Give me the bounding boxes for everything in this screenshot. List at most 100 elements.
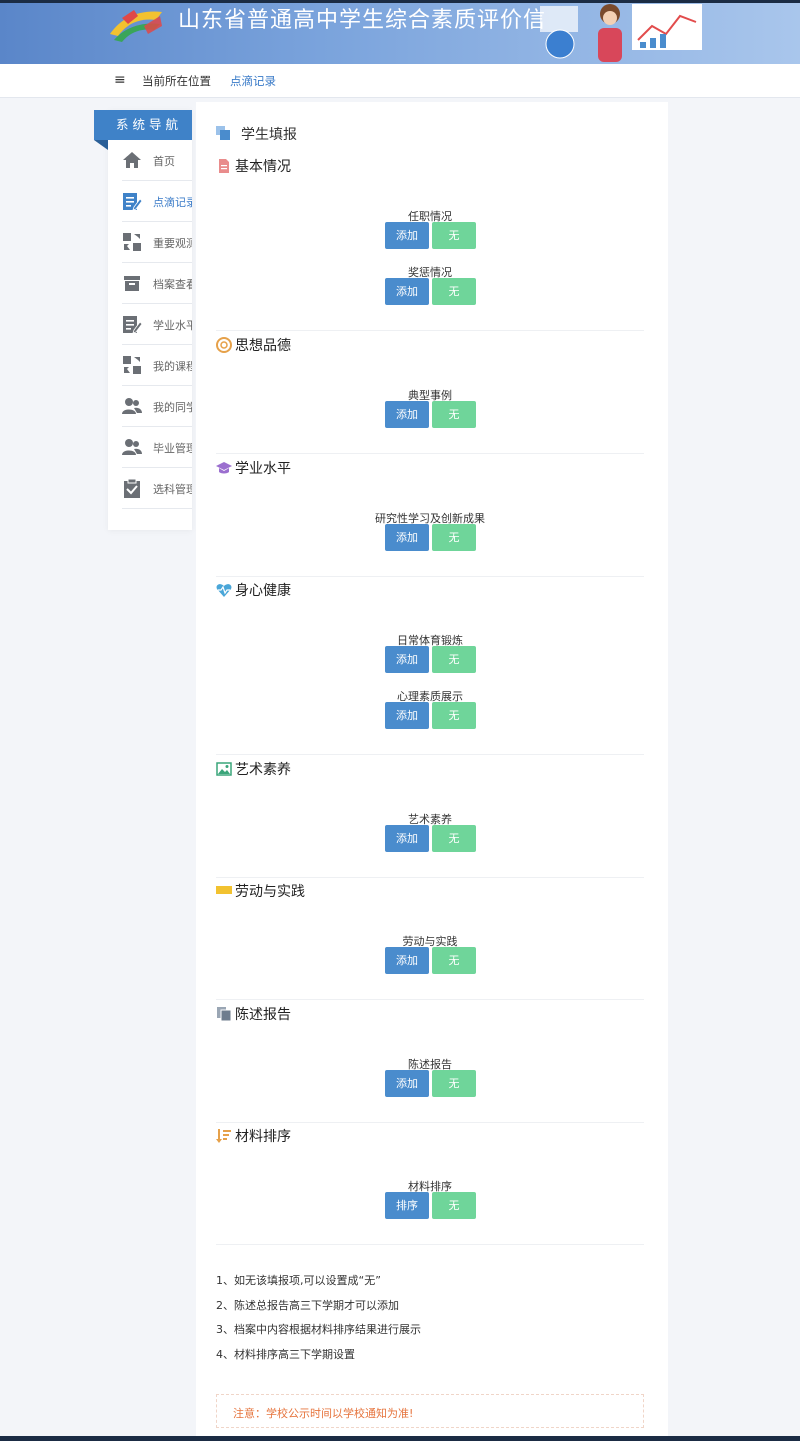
none-button[interactable]: 无 [432, 278, 476, 305]
graduation-cap-icon [216, 460, 232, 476]
sidebar-item-label: 档案查看 [153, 278, 192, 291]
section-divider [216, 1244, 644, 1245]
lifebuoy-icon [216, 337, 232, 353]
banner-illustration [540, 4, 702, 62]
none-button[interactable]: 无 [432, 702, 476, 729]
sidebar-item-label: 我的课程 [153, 360, 192, 373]
sidebar-item[interactable]: 选科管理 [122, 468, 192, 509]
sidebar-item[interactable]: 毕业管理 [122, 427, 192, 468]
add-button[interactable]: 添加 [385, 222, 429, 249]
breadcrumb-current[interactable]: 点滴记录 [230, 73, 276, 89]
add-button[interactable]: 添加 [385, 825, 429, 852]
note-item: 2、陈述总报告高三下学期才可以添加 [216, 1298, 399, 1312]
field-label: 艺术素养 [408, 813, 452, 826]
section-title: 身心健康 [235, 583, 291, 599]
add-button[interactable]: 添加 [385, 401, 429, 428]
sidebar-title-fold [94, 140, 108, 150]
section-title: 劳动与实践 [235, 884, 305, 900]
sidebar-item-label: 首页 [153, 155, 175, 168]
edit-icon [122, 314, 143, 334]
main-panel: 学生填报 基本情况 任职情况 添加无奖惩情况 添加无思想品德 典型事例 添加无学业水平 研究… [196, 102, 668, 1441]
breadcrumb: ≡ 当前所在位置 点滴记录 [0, 64, 800, 98]
home-icon [122, 150, 142, 170]
sort-button[interactable]: 排序 [385, 1192, 429, 1219]
section-divider [216, 754, 644, 755]
none-button[interactable]: 无 [432, 222, 476, 249]
add-button[interactable]: 添加 [385, 646, 429, 673]
file-icon [216, 158, 232, 174]
field-label: 日常体育锻炼 [397, 634, 463, 647]
bottom-edge [0, 1436, 800, 1441]
square-icon [216, 126, 230, 140]
sidebar-item[interactable]: 我的同学 [122, 386, 192, 427]
none-button[interactable]: 无 [432, 646, 476, 673]
archive-icon [122, 273, 142, 293]
field-label: 劳动与实践 [402, 935, 458, 948]
heartbeat-icon [216, 582, 232, 598]
edit-icon [122, 191, 143, 211]
section-divider [216, 877, 644, 878]
field-label: 任职情况 [408, 210, 452, 223]
field-label: 典型事例 [408, 389, 452, 402]
sidebar-item-label: 学业水平 [153, 319, 192, 332]
users-icon [122, 437, 142, 457]
copy-icon [216, 1006, 232, 1022]
field-label: 材料排序 [408, 1180, 452, 1193]
notice-text: 注意：学校公示时间以学校通知为准! [233, 1407, 414, 1420]
sidebar-item-label: 我的同学 [153, 401, 192, 414]
note-item: 4、材料排序高三下学期设置 [216, 1347, 355, 1361]
add-button[interactable]: 添加 [385, 947, 429, 974]
notice-box: 注意：学校公示时间以学校通知为准! [216, 1394, 644, 1428]
section-title: 基本情况 [235, 159, 291, 175]
menu-toggle-icon[interactable]: ≡ [114, 73, 126, 87]
breadcrumb-label: 当前所在位置 [142, 74, 211, 88]
logo-icon [110, 10, 162, 42]
header-banner: 山东省普通高中学生综合素质评价信 [0, 0, 800, 64]
notes-list: 1、如无该填报项,可以设置成“无” 2、陈述总报告高三下学期才可以添加 3、档案中内… [216, 1272, 421, 1370]
sidebar-item[interactable]: 点滴记录 [122, 181, 192, 222]
page-title: 学生填报 [241, 127, 297, 143]
section-divider [216, 1122, 644, 1123]
section-divider [216, 453, 644, 454]
sidebar-item[interactable]: 学业水平 [122, 304, 192, 345]
system-title: 山东省普通高中学生综合素质评价信 [178, 8, 547, 33]
none-button[interactable]: 无 [432, 1070, 476, 1097]
none-button[interactable]: 无 [432, 947, 476, 974]
note-item: 3、档案中内容根据材料排序结果进行展示 [216, 1323, 421, 1336]
clipboard-check-icon [122, 478, 142, 498]
field-label: 陈述报告 [408, 1058, 452, 1071]
swap-icon [122, 232, 142, 252]
sidebar: 系统导航 首页点滴记录重要观测档案查看学业水平我的课程我的同学毕业管理选科管理 [94, 110, 192, 530]
sort-icon [216, 1128, 232, 1144]
none-button[interactable]: 无 [432, 1192, 476, 1219]
sidebar-item[interactable]: 档案查看 [122, 263, 192, 304]
section-divider [216, 330, 644, 331]
image-icon [216, 761, 232, 777]
none-button[interactable]: 无 [432, 401, 476, 428]
section-title: 陈述报告 [235, 1007, 291, 1023]
section-title: 艺术素养 [235, 762, 291, 778]
sidebar-item[interactable]: 首页 [122, 140, 192, 181]
none-button[interactable]: 无 [432, 825, 476, 852]
field-label: 研究性学习及创新成果 [375, 512, 485, 525]
sidebar-item-label: 毕业管理 [153, 442, 192, 455]
sidebar-item[interactable]: 重要观测 [122, 222, 192, 263]
sidebar-item-label: 选科管理 [153, 483, 192, 496]
field-label: 心理素质展示 [397, 690, 463, 703]
section-divider [216, 999, 644, 1000]
users-icon [122, 396, 142, 416]
sidebar-title: 系统导航 [94, 110, 192, 140]
section-title: 材料排序 [235, 1129, 291, 1145]
note-item: 1、如无该填报项,可以设置成“无” [216, 1274, 381, 1287]
section-title: 学业水平 [235, 461, 291, 477]
add-button[interactable]: 添加 [385, 524, 429, 551]
add-button[interactable]: 添加 [385, 702, 429, 729]
add-button[interactable]: 添加 [385, 1070, 429, 1097]
section-divider [216, 576, 644, 577]
sidebar-item-label: 重要观测 [153, 237, 192, 250]
none-button[interactable]: 无 [432, 524, 476, 551]
field-label: 奖惩情况 [408, 266, 452, 279]
section-title: 思想品德 [235, 338, 291, 354]
sidebar-item[interactable]: 我的课程 [122, 345, 192, 386]
add-button[interactable]: 添加 [385, 278, 429, 305]
